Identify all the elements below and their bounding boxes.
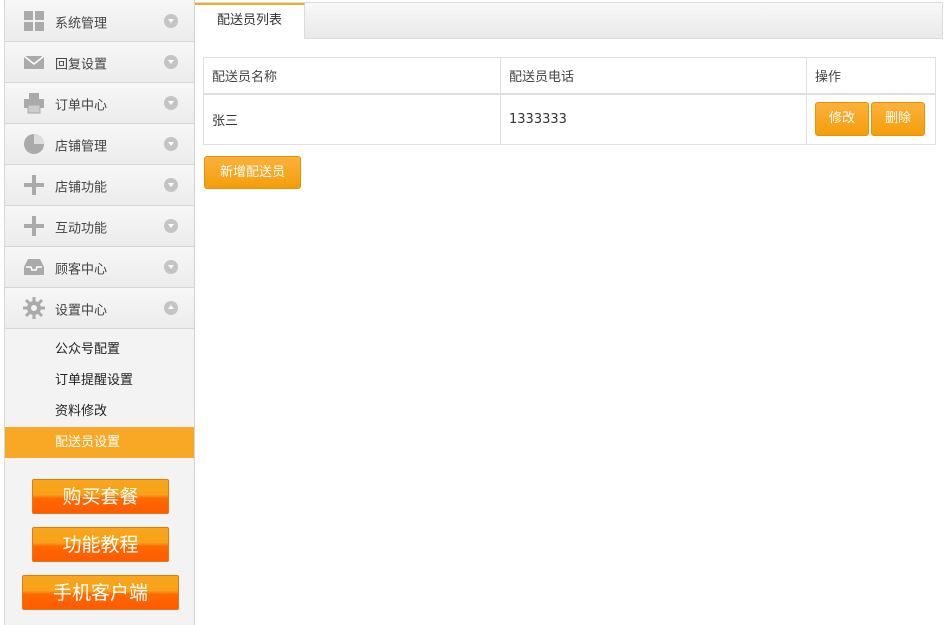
settings-submenu: 公众号配置 订单提醒设置 资料修改 配送员设置: [5, 329, 194, 458]
menu-item-orders[interactable]: 订单中心: [5, 83, 194, 124]
table-row: 张三 1333333 修改 删除: [203, 93, 936, 145]
plus-icon: [24, 175, 44, 195]
mobile-client-button[interactable]: 手机客户端: [22, 575, 179, 610]
table-header-row: 配送员名称 配送员电话 操作: [203, 57, 936, 94]
promo-row: 购买套餐: [5, 479, 196, 514]
menu-item-interactive[interactable]: 互动功能: [5, 206, 194, 247]
actions-cell: 修改 删除: [806, 93, 936, 145]
grid-icon: [24, 10, 44, 31]
sub-item-courier-settings[interactable]: 配送员设置: [5, 427, 194, 458]
chevron-down-icon: [164, 260, 178, 274]
plus-icon: [24, 216, 44, 236]
menu-label: 店铺功能: [55, 180, 108, 196]
chevron-down-icon: [164, 178, 178, 192]
edit-button[interactable]: 修改: [815, 102, 869, 137]
pie-chart-icon: [24, 134, 44, 154]
column-header-phone: 配送员电话: [500, 57, 807, 94]
sub-item-official-account[interactable]: 公众号配置: [5, 334, 194, 365]
menu-label: 顾客中心: [55, 262, 108, 278]
buy-package-button[interactable]: 购买套餐: [32, 479, 169, 514]
promo-row: 手机客户端: [5, 575, 196, 610]
column-header-name: 配送员名称: [203, 57, 501, 94]
chevron-down-icon: [164, 96, 178, 110]
menu-label: 店铺管理: [55, 139, 108, 155]
main-content: 配送员列表 配送员名称 配送员电话 操作 张三 1333333 修改 删除 新增配…: [195, 0, 946, 625]
courier-name-cell: 张三: [203, 93, 501, 145]
column-header-actions: 操作: [806, 57, 936, 94]
add-courier-button[interactable]: 新增配送员: [204, 156, 301, 189]
menu-label: 系统管理: [55, 15, 108, 31]
chevron-down-icon: [164, 55, 178, 69]
sub-item-order-reminder[interactable]: 订单提醒设置: [5, 365, 194, 396]
chevron-up-icon: [164, 301, 178, 315]
menu-item-settings[interactable]: 设置中心: [5, 288, 194, 329]
menu-item-system[interactable]: 系统管理: [5, 0, 194, 42]
chevron-down-icon: [164, 219, 178, 233]
tab-courier-list[interactable]: 配送员列表: [195, 3, 305, 39]
menu-item-store-features[interactable]: 店铺功能: [5, 165, 194, 206]
tutorial-button[interactable]: 功能教程: [32, 527, 169, 562]
menu-label: 设置中心: [55, 303, 108, 319]
courier-table: 配送员名称 配送员电话 操作 张三 1333333 修改 删除: [203, 57, 936, 145]
sub-item-profile[interactable]: 资料修改: [5, 396, 194, 427]
tab-bar: 配送员列表: [195, 2, 943, 39]
menu-item-reply[interactable]: 回复设置: [5, 42, 194, 83]
menu-item-customers[interactable]: 顾客中心: [5, 247, 194, 288]
menu-item-store[interactable]: 店铺管理: [5, 124, 194, 165]
menu-label: 订单中心: [55, 98, 108, 114]
courier-phone-cell: 1333333: [500, 93, 807, 145]
menu-label: 回复设置: [55, 57, 108, 73]
sidebar: 系统管理 回复设置 订单中心 店铺管理 店铺功能 互动功能 顾客中心 设置中心 …: [4, 0, 195, 625]
menu-label: 互动功能: [55, 221, 108, 237]
promo-row: 功能教程: [5, 527, 196, 562]
delete-button[interactable]: 删除: [871, 102, 925, 137]
chevron-down-icon: [164, 137, 178, 151]
chevron-down-icon: [164, 13, 178, 28]
printer-icon: [24, 93, 44, 114]
inbox-icon: [24, 259, 44, 275]
gear-icon: [23, 297, 45, 319]
envelope-icon: [23, 55, 45, 69]
